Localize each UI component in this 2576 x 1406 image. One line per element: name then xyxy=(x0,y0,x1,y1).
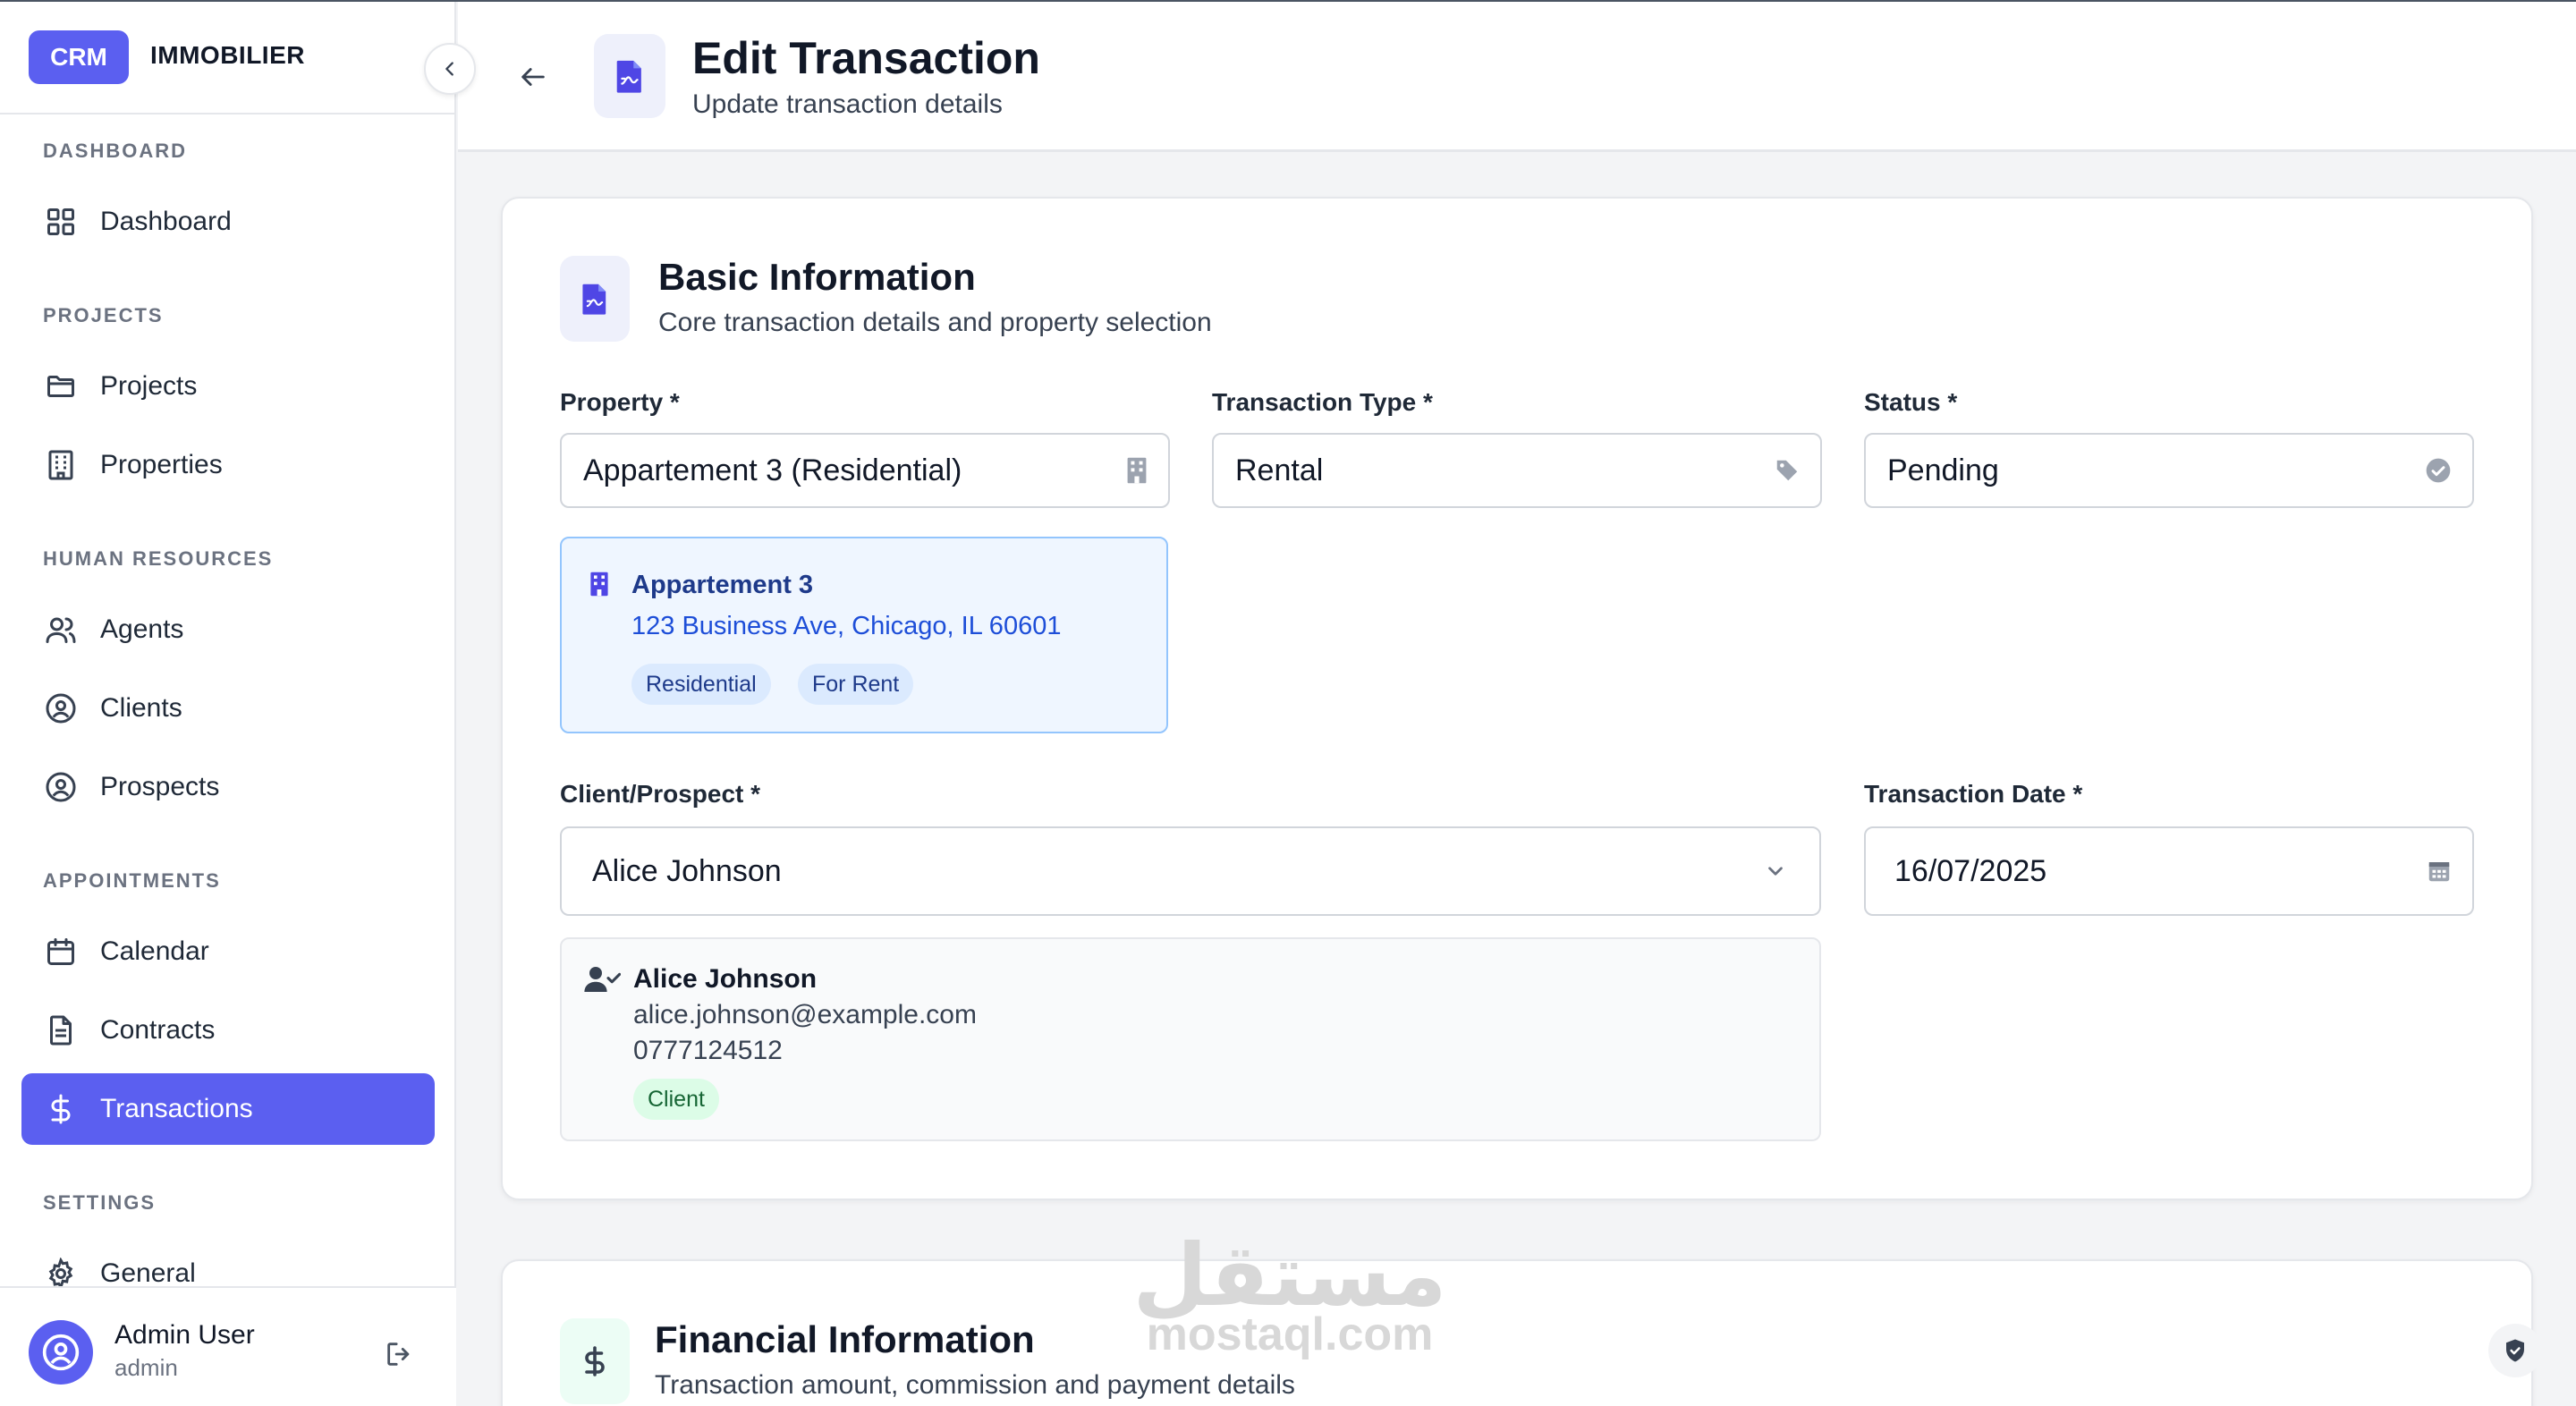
user-name: Admin User xyxy=(114,1320,255,1350)
property-type-badge: Residential xyxy=(631,664,771,705)
calendar-icon xyxy=(43,934,79,970)
client-prospect-label: Client/Prospect * xyxy=(560,780,761,808)
client-prospect-value: Alice Johnson xyxy=(592,853,782,888)
top-border xyxy=(0,0,2576,2)
property-name: Appartement 3 xyxy=(631,571,814,599)
avatar[interactable] xyxy=(29,1320,93,1385)
file-invoice-icon xyxy=(560,256,630,342)
brand-badge[interactable]: CRM xyxy=(29,30,129,84)
sidebar-item-label: Contracts xyxy=(100,1015,216,1045)
sidebar-item-agents[interactable]: Agents xyxy=(21,594,435,665)
sidebar-item-calendar[interactable]: Calendar xyxy=(21,916,435,987)
nav-section-projects: PROJECTS xyxy=(43,304,164,326)
sidebar-item-label: Projects xyxy=(100,371,198,401)
client-email: alice.johnson@example.com xyxy=(633,1000,977,1029)
client-type-badge: Client xyxy=(633,1079,719,1120)
property-address: 123 Business Ave, Chicago, IL 60601 xyxy=(631,612,1062,640)
watermark: مستقل mostaql.com xyxy=(1129,1227,1451,1361)
sidebar-item-transactions[interactable]: Transactions xyxy=(21,1073,435,1145)
property-select[interactable]: Appartement 3 (Residential) xyxy=(560,433,1170,508)
building-icon xyxy=(1125,456,1148,485)
financial-information-card: Financial Information Transaction amount… xyxy=(501,1259,2533,1406)
user-circle-icon xyxy=(43,769,79,805)
document-icon xyxy=(43,1012,79,1048)
sidebar-item-contracts[interactable]: Contracts xyxy=(21,995,435,1066)
user-check-icon xyxy=(583,964,622,999)
sidebar-item-label: Transactions xyxy=(100,1094,253,1123)
page-title: Edit Transaction xyxy=(692,33,1040,83)
page-header: Edit Transaction Update transaction deta… xyxy=(458,2,2576,152)
grid-icon xyxy=(43,204,79,240)
brand-name: IMMOBILIER xyxy=(150,41,305,69)
nav-section-settings: SETTINGS xyxy=(43,1191,157,1214)
transaction-date-value: 16/07/2025 xyxy=(1894,853,2047,888)
dollar-icon xyxy=(43,1091,79,1127)
nav-section-human-resources: HUMAN RESOURCES xyxy=(43,547,274,570)
selected-property-panel: Appartement 3 123 Business Ave, Chicago,… xyxy=(560,537,1168,733)
file-invoice-icon xyxy=(594,34,665,118)
sidebar-item-label: Dashboard xyxy=(100,207,232,236)
sidebar-item-properties[interactable]: Properties xyxy=(21,429,435,501)
property-label: Property * xyxy=(560,388,680,416)
sidebar-item-label: Prospects xyxy=(100,772,220,801)
back-button[interactable] xyxy=(513,57,553,97)
collapse-sidebar-button[interactable] xyxy=(424,43,476,95)
section-title: Basic Information xyxy=(658,256,976,298)
client-phone: 0777124512 xyxy=(633,1036,783,1065)
sidebar-item-label: General xyxy=(100,1258,196,1288)
sidebar-item-label: Properties xyxy=(100,450,223,479)
section-subtitle: Core transaction details and property se… xyxy=(658,308,1212,337)
tag-icon xyxy=(1774,457,1801,484)
transaction-date-label: Transaction Date * xyxy=(1864,780,2083,808)
privacy-shield-button[interactable] xyxy=(2488,1324,2542,1377)
user-bar: Admin User admin xyxy=(0,1286,456,1406)
property-value: Appartement 3 (Residential) xyxy=(583,453,962,487)
chevron-left-icon xyxy=(445,62,453,76)
client-prospect-select[interactable]: Alice Johnson xyxy=(560,826,1821,916)
nav-section-dashboard: DASHBOARD xyxy=(43,140,187,162)
status-value: Pending xyxy=(1887,453,1999,487)
selected-client-panel: Alice Johnson alice.johnson@example.com … xyxy=(560,937,1821,1141)
section-title: Financial Information xyxy=(655,1318,1035,1360)
listing-type-badge: For Rent xyxy=(798,664,914,705)
section-subtitle: Transaction amount, commission and payme… xyxy=(655,1370,1295,1400)
sidebar-item-label: Clients xyxy=(100,693,182,723)
sidebar-item-clients[interactable]: Clients xyxy=(21,673,435,744)
sidebar-item-label: Calendar xyxy=(100,936,209,966)
dollar-icon xyxy=(560,1318,630,1404)
building-icon xyxy=(43,447,79,483)
calendar-icon xyxy=(2426,858,2453,885)
status-select[interactable]: Pending xyxy=(1864,433,2474,508)
client-name: Alice Johnson xyxy=(633,964,818,994)
transaction-type-value: Rental xyxy=(1235,453,1324,487)
brand-header: CRM IMMOBILIER xyxy=(0,0,456,114)
folder-icon xyxy=(43,368,79,404)
check-circle-icon xyxy=(2424,456,2453,485)
transaction-type-label: Transaction Type * xyxy=(1212,388,1433,416)
sidebar-item-prospects[interactable]: Prospects xyxy=(21,751,435,823)
page-subtitle: Update transaction details xyxy=(692,89,1003,119)
nav-section-appointments: APPOINTMENTS xyxy=(43,869,221,892)
users-icon xyxy=(43,612,79,648)
sidebar: CRM IMMOBILIER DASHBOARD Dashboard PROJE… xyxy=(0,0,456,1406)
sidebar-item-label: Agents xyxy=(100,614,184,644)
building-icon xyxy=(589,571,610,602)
sidebar-item-dashboard[interactable]: Dashboard xyxy=(21,186,435,258)
chevron-down-icon xyxy=(1764,860,1787,883)
user-circle-icon xyxy=(43,690,79,726)
arrow-left-icon xyxy=(521,68,545,86)
shield-icon xyxy=(2506,1339,2524,1362)
user-role: admin xyxy=(114,1354,178,1381)
transaction-type-select[interactable]: Rental xyxy=(1212,433,1822,508)
status-label: Status * xyxy=(1864,388,1958,416)
watermark-latin: mostaql.com xyxy=(1146,1309,1434,1360)
sidebar-item-projects[interactable]: Projects xyxy=(21,351,435,422)
logout-icon[interactable] xyxy=(379,1334,419,1374)
transaction-date-input[interactable]: 16/07/2025 xyxy=(1864,826,2474,916)
